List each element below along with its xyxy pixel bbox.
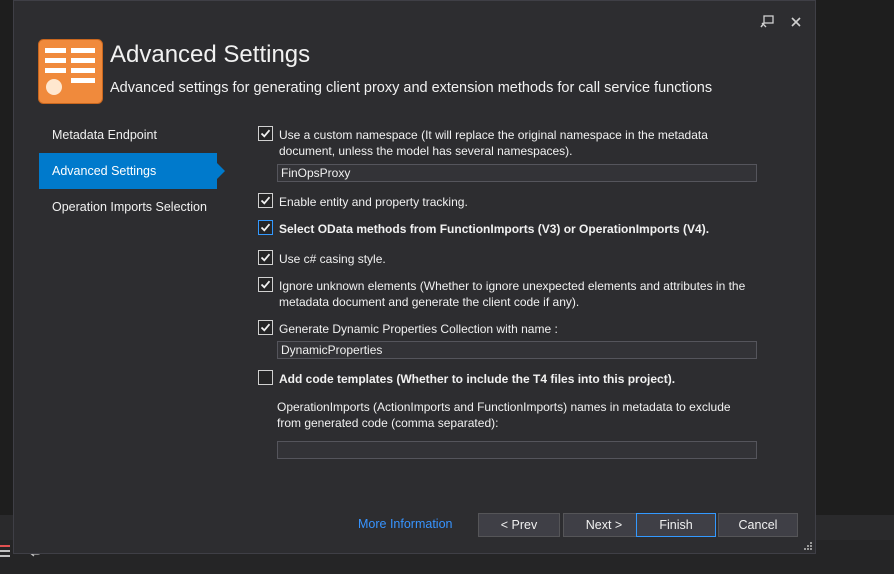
check-icon <box>260 196 271 205</box>
next-button[interactable]: Next > <box>563 513 645 537</box>
nav-item-operation-imports-selection[interactable]: Operation Imports Selection <box>39 189 219 225</box>
settings-table-icon <box>38 39 103 104</box>
dynamic-properties-input[interactable] <box>277 341 757 359</box>
csharp-casing-checkbox[interactable] <box>258 250 273 265</box>
nav-item-metadata-endpoint[interactable]: Metadata Endpoint <box>39 117 219 153</box>
dialog-subtitle: Advanced settings for generating client … <box>110 80 713 96</box>
wizard-steps-nav: Metadata Endpoint Advanced Settings Oper… <box>39 117 225 225</box>
pin-icon[interactable] <box>758 13 776 31</box>
check-icon <box>260 323 271 332</box>
custom-namespace-label: Use a custom namespace (It will replace … <box>279 128 708 158</box>
namespace-input[interactable] <box>277 164 757 182</box>
check-icon <box>260 223 271 232</box>
select-odata-methods-label: Select OData methods from FunctionImport… <box>279 222 710 236</box>
check-icon <box>260 129 271 138</box>
add-code-templates-checkbox[interactable] <box>258 370 273 385</box>
ignore-unknown-checkbox[interactable] <box>258 277 273 292</box>
exclude-imports-label: OperationImports (ActionImports and Func… <box>277 400 731 430</box>
check-icon <box>260 280 271 289</box>
finish-button[interactable]: Finish <box>636 513 716 537</box>
custom-namespace-checkbox[interactable] <box>258 126 273 141</box>
resize-grip-icon[interactable] <box>803 541 813 551</box>
cancel-button[interactable]: Cancel <box>718 513 798 537</box>
exclude-imports-input[interactable] <box>277 441 757 459</box>
add-code-templates-label: Add code templates (Whether to include t… <box>279 372 676 386</box>
list-icon <box>0 545 10 557</box>
entity-tracking-checkbox[interactable] <box>258 193 273 208</box>
ignore-unknown-label: Ignore unknown elements (Whether to igno… <box>279 279 746 309</box>
dynamic-properties-label: Generate Dynamic Properties Collection w… <box>279 322 558 336</box>
advanced-settings-dialog: Advanced Settings Advanced settings for … <box>13 0 816 554</box>
dialog-title: Advanced Settings <box>110 41 311 68</box>
more-information-link[interactable]: More Information <box>358 517 452 531</box>
check-icon <box>260 253 271 262</box>
nav-item-advanced-settings[interactable]: Advanced Settings <box>39 153 225 189</box>
prev-button[interactable]: < Prev <box>478 513 560 537</box>
csharp-casing-label: Use c# casing style. <box>279 252 386 266</box>
close-icon[interactable] <box>787 13 805 31</box>
entity-tracking-label: Enable entity and property tracking. <box>279 195 468 209</box>
dynamic-properties-checkbox[interactable] <box>258 320 273 335</box>
select-odata-methods-checkbox[interactable] <box>258 220 273 235</box>
